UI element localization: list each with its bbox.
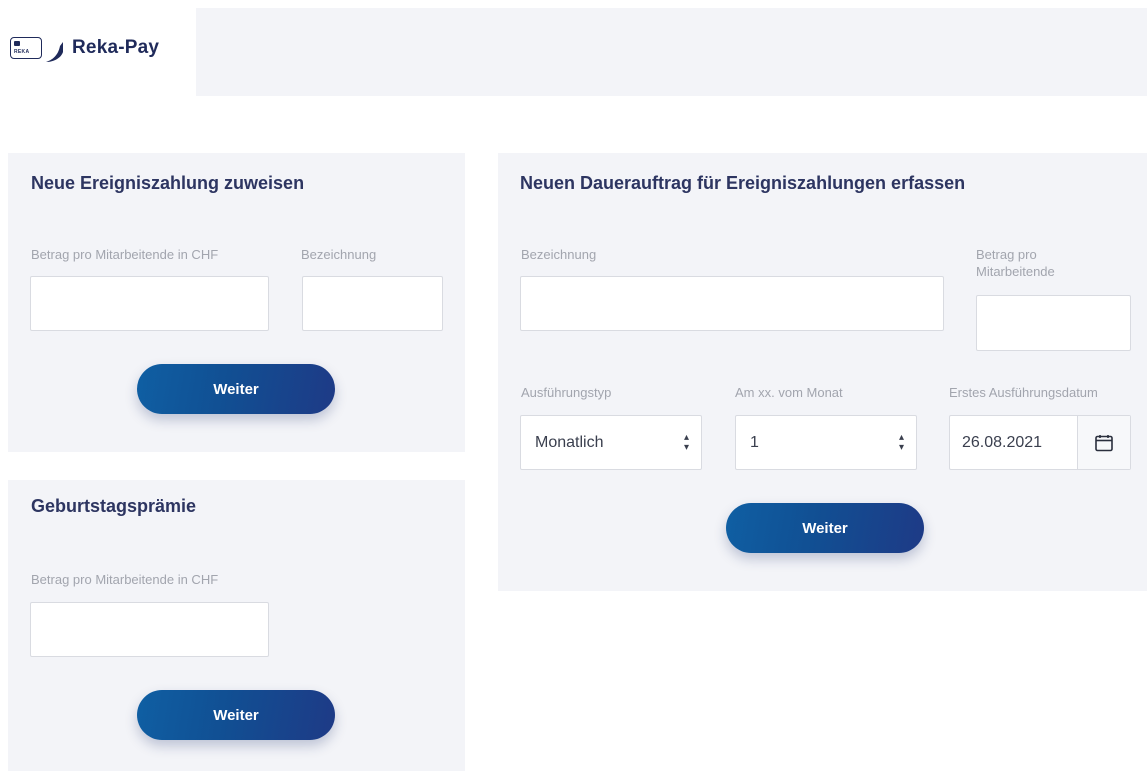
birthday-continue-button[interactable]: Weiter	[137, 690, 335, 740]
event-description-input[interactable]	[302, 276, 443, 331]
standing-order-panel: Neuen Dauerauftrag für Ereigniszahlungen…	[498, 153, 1147, 591]
top-bar	[196, 8, 1147, 96]
logo[interactable]: REKA Reka-Pay	[0, 0, 196, 96]
day-of-month-select[interactable]: 1 ▴ ▾	[735, 415, 917, 470]
event-continue-button[interactable]: Weiter	[137, 364, 335, 414]
birthday-bonus-title: Geburtstagsprämie	[31, 496, 197, 516]
standing-description-input[interactable]	[520, 276, 944, 331]
standing-description-label: Bezeichnung	[521, 247, 597, 262]
execution-type-label: Ausführungstyp	[521, 385, 612, 400]
birthday-bonus-panel: Geburtstagsprämie Betrag pro Mitarbeiten…	[8, 480, 465, 771]
select-arrows-icon: ▴ ▾	[683, 431, 689, 453]
event-payment-panel: Neue Ereigniszahlung zuweisen Betrag pro…	[8, 153, 465, 452]
standing-amount-label-line2: Mitarbeitende	[976, 264, 1055, 279]
birthday-amount-label: Betrag pro Mitarbeitende in CHF	[31, 572, 219, 587]
first-date-field[interactable]: 26.08.2021	[949, 415, 1131, 470]
execution-type-select[interactable]: Monatlich ▴ ▾	[520, 415, 702, 470]
standing-amount-label-line1: Betrag pro	[976, 247, 1037, 262]
standing-order-title: Neuen Dauerauftrag für Ereigniszahlungen…	[520, 173, 966, 193]
day-of-month-label: Am xx. vom Monat	[735, 385, 843, 400]
standing-continue-button[interactable]: Weiter	[726, 503, 924, 553]
reka-swoosh-icon	[46, 42, 63, 62]
event-description-label: Bezeichnung	[301, 247, 377, 262]
calendar-icon	[1095, 434, 1113, 451]
first-date-label: Erstes Ausführungsdatum	[949, 385, 1098, 400]
day-of-month-value: 1	[750, 433, 759, 451]
logo-card-text: REKA	[14, 49, 30, 55]
event-payment-title: Neue Ereigniszahlung zuweisen	[31, 173, 305, 193]
event-amount-input[interactable]	[30, 276, 269, 331]
first-date-value[interactable]: 26.08.2021	[950, 416, 1077, 469]
logo-text: Reka-Pay	[72, 37, 160, 58]
execution-type-value: Monatlich	[535, 433, 604, 451]
birthday-amount-input[interactable]	[30, 602, 269, 657]
reka-card-icon: REKA	[10, 37, 42, 59]
select-arrows-icon: ▴ ▾	[898, 431, 904, 453]
standing-amount-input[interactable]	[976, 295, 1131, 351]
event-amount-label: Betrag pro Mitarbeitende in CHF	[31, 247, 219, 262]
calendar-button[interactable]	[1077, 416, 1130, 469]
